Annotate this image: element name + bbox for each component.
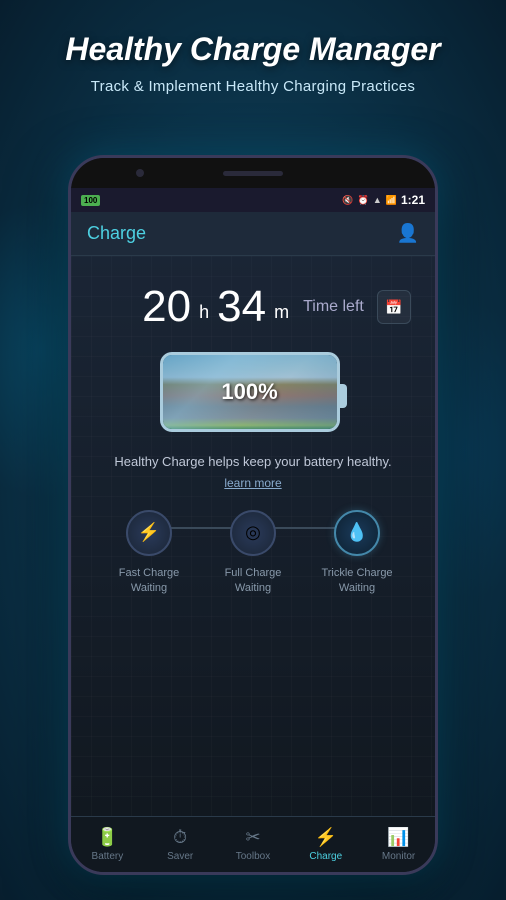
fast-charge-icon: ⚡: [138, 522, 160, 543]
charge-nav-icon: ⚡: [315, 827, 337, 848]
nav-monitor[interactable]: 📊 Monitor: [362, 817, 435, 872]
nav-toolbox[interactable]: ✂ Toolbox: [217, 817, 290, 872]
nav-battery[interactable]: 🔋 Battery: [71, 817, 144, 872]
trickle-charge-icon: 💧: [346, 522, 368, 543]
hours-unit: h: [199, 302, 209, 323]
calendar-icon-wrapper: 📅: [377, 290, 411, 324]
toolbox-nav-label: Toolbox: [236, 851, 270, 862]
phone-top: [71, 158, 435, 188]
nav-charge[interactable]: ⚡ Charge: [289, 817, 362, 872]
battery-nav-label: Battery: [92, 851, 124, 862]
time-minutes: 34: [217, 282, 266, 332]
battery-status-indicator: 100: [81, 195, 100, 206]
toolbar-title: Charge: [87, 223, 397, 244]
status-bar: 100 🔇 ⏰ ▲ 📶 1:21: [71, 188, 435, 212]
speaker-grille: [223, 171, 283, 176]
description-text: Healthy Charge helps keep your battery h…: [114, 454, 391, 469]
battery-visual-container: 100%: [87, 352, 419, 432]
header: Healthy Charge Manager Track & Implement…: [0, 0, 506, 115]
status-time: 1:21: [401, 193, 425, 207]
full-charge-icon: ◎: [245, 522, 261, 543]
fast-charge-icon-circle: ⚡: [126, 510, 172, 556]
fast-charge-label: Fast Charge Waiting: [104, 566, 194, 597]
battery-percentage-text: 100%: [221, 379, 277, 405]
app-subtitle: Track & Implement Healthy Charging Pract…: [30, 78, 476, 95]
trickle-charge-icon-circle: 💧: [334, 510, 380, 556]
camera-dot: [136, 169, 144, 177]
status-right: 🔇 ⏰ ▲ 📶 1:21: [342, 193, 425, 207]
mute-icon: 🔇: [342, 195, 353, 206]
main-content: 20 h 34 m Time left 📅 100% Healthy Charg…: [71, 256, 435, 816]
full-charge-icon-circle: ◎: [230, 510, 276, 556]
battery-nav-icon: 🔋: [96, 827, 118, 848]
minutes-unit: m: [274, 302, 289, 323]
app-toolbar: Charge 👤: [71, 212, 435, 256]
status-left: 100: [81, 195, 100, 206]
fast-charge-option[interactable]: ⚡ Fast Charge Waiting: [104, 510, 194, 597]
full-charge-label: Full Charge Waiting: [208, 566, 298, 597]
nav-saver[interactable]: ⏱ Saver: [144, 817, 217, 872]
description-section: Healthy Charge helps keep your battery h…: [87, 452, 419, 490]
monitor-nav-label: Monitor: [382, 851, 415, 862]
app-title: Healthy Charge Manager: [30, 30, 476, 68]
toolbox-nav-icon: ✂: [245, 827, 260, 848]
alarm-icon: ⏰: [358, 195, 369, 206]
saver-nav-icon: ⏱: [173, 827, 187, 848]
charge-nav-label: Charge: [309, 851, 342, 862]
battery-body: 100%: [160, 352, 340, 432]
trickle-charge-label: Trickle Charge Waiting: [312, 566, 402, 597]
time-left-label: Time left: [303, 298, 364, 316]
charge-options-row: ⚡ Fast Charge Waiting ◎ Full Charge Wait…: [87, 490, 419, 607]
time-hours: 20: [142, 282, 191, 332]
full-charge-option[interactable]: ◎ Full Charge Waiting: [208, 510, 298, 597]
monitor-nav-icon: 📊: [387, 827, 409, 848]
battery-tip: [339, 384, 347, 408]
signal-icon: 📶: [386, 195, 397, 206]
calendar-icon: 📅: [385, 299, 402, 316]
profile-icon[interactable]: 👤: [397, 223, 419, 244]
bottom-navigation: 🔋 Battery ⏱ Saver ✂ Toolbox ⚡ Charge 📊 M…: [71, 816, 435, 872]
saver-nav-label: Saver: [167, 851, 193, 862]
phone-frame: 100 🔇 ⏰ ▲ 📶 1:21 Charge 👤 20 h 34 m Time…: [68, 155, 438, 875]
trickle-charge-option[interactable]: 💧 Trickle Charge Waiting: [312, 510, 402, 597]
learn-more-link[interactable]: learn more: [87, 476, 419, 490]
calendar-button[interactable]: 📅: [377, 290, 411, 324]
wifi-icon: ▲: [373, 195, 382, 205]
time-section: 20 h 34 m Time left 📅: [87, 282, 419, 332]
